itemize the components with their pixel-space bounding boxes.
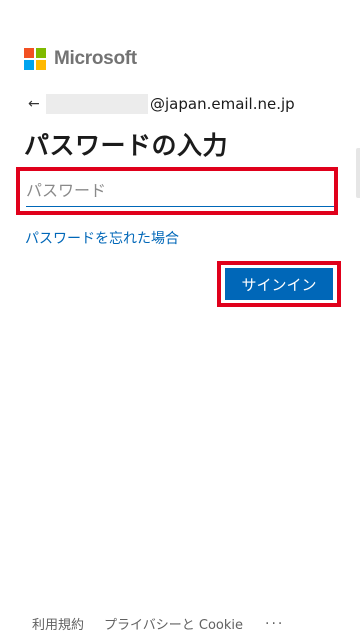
more-options-icon[interactable]: ···	[265, 616, 284, 632]
account-identity: ← @japan.email.ne.jp	[28, 93, 295, 115]
password-input[interactable]	[26, 174, 334, 207]
microsoft-logo-icon	[24, 48, 46, 70]
terms-link[interactable]: 利用規約	[32, 614, 84, 633]
redacted-username	[46, 94, 148, 114]
signin-button[interactable]: サインイン	[225, 268, 333, 300]
page-title: パスワードの入力	[24, 131, 229, 160]
forgot-password-link[interactable]: パスワードを忘れた場合	[25, 228, 179, 248]
back-arrow-icon[interactable]: ←	[28, 96, 46, 112]
footer: 利用規約 プライバシーと Cookie ···	[32, 614, 284, 634]
privacy-cookie-link[interactable]: プライバシーと Cookie	[104, 614, 243, 633]
email-domain: @japan.email.ne.jp	[150, 95, 295, 113]
brand-name: Microsoft	[54, 48, 137, 69]
microsoft-logo: Microsoft	[24, 48, 137, 70]
scroll-indicator	[356, 148, 360, 198]
